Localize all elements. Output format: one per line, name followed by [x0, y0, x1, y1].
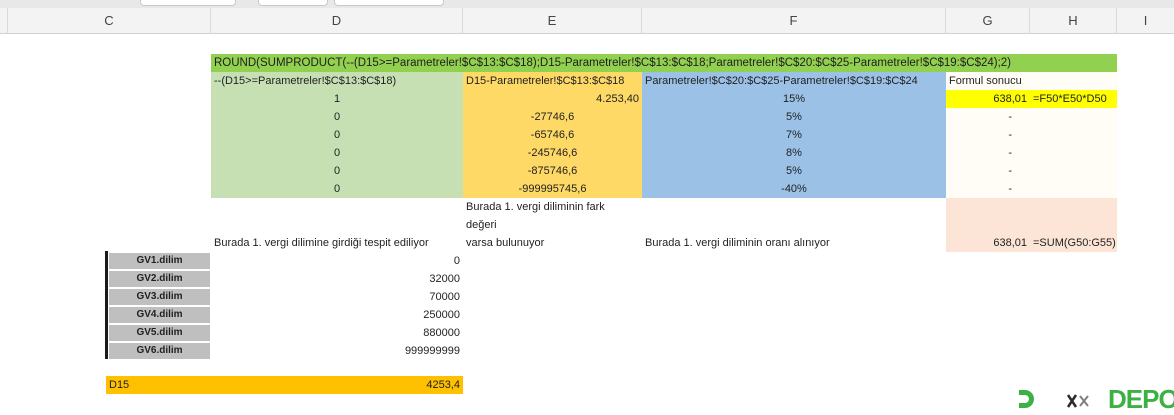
cell-d54[interactable]: 0: [211, 162, 463, 180]
cell-f52[interactable]: 7%: [642, 126, 946, 144]
note-e-line3[interactable]: varsa bulunuyor: [463, 234, 642, 252]
cell-h50-formula[interactable]: =F50*E50*D50: [1030, 90, 1117, 108]
header-d[interactable]: --(D15>=Parametreler!$C$13:$C$18): [211, 72, 463, 90]
bracket-value[interactable]: 70000: [211, 288, 463, 306]
bracket-label[interactable]: GV4.dilim: [108, 306, 211, 324]
note-f[interactable]: Burada 1. vergi diliminin oranı alınıyor: [642, 234, 946, 252]
excel-icon: [1066, 393, 1106, 409]
bracket-value[interactable]: 32000: [211, 270, 463, 288]
cell-g52[interactable]: -: [946, 126, 1030, 144]
note-d[interactable]: Burada 1. vergi dilimine girdiği tespit …: [211, 234, 463, 252]
cell-f51[interactable]: 5%: [642, 108, 946, 126]
column-header-g[interactable]: G: [946, 8, 1030, 34]
column-header-e[interactable]: E: [463, 8, 642, 34]
header-e[interactable]: D15-Parametreler!$C$13:$C$18: [463, 72, 642, 90]
cell-d50[interactable]: 1: [211, 90, 463, 108]
cell-e50[interactable]: 4.253,40: [463, 90, 642, 108]
logo-mark: [1016, 388, 1036, 410]
sheet-tab[interactable]: [140, 0, 236, 6]
header-f[interactable]: Parametreler!$C$20:$C$25-Parametreler!$C…: [642, 72, 946, 90]
cell-g54[interactable]: -: [946, 162, 1030, 180]
cell-e54[interactable]: -875746,6: [463, 162, 642, 180]
column-header-i[interactable]: I: [1117, 8, 1174, 34]
cell-f54[interactable]: 5%: [642, 162, 946, 180]
column-header-c[interactable]: C: [8, 8, 211, 34]
total-block: [946, 198, 1117, 234]
cell-total-formula[interactable]: =SUM(G50:G55): [1030, 234, 1117, 252]
column-header-d[interactable]: D: [211, 8, 463, 34]
cell-e52[interactable]: -65746,6: [463, 126, 642, 144]
cell-g55[interactable]: -: [946, 180, 1030, 198]
bracket-label[interactable]: GV1.dilim: [108, 252, 211, 270]
cell-d53[interactable]: 0: [211, 144, 463, 162]
cell-d52[interactable]: 0: [211, 126, 463, 144]
bracket-label[interactable]: GV2.dilim: [108, 270, 211, 288]
formula-banner[interactable]: ROUND(SUMPRODUCT(--(D15>=Parametreler!$C…: [211, 54, 1117, 72]
bracket-label[interactable]: GV6.dilim: [108, 342, 211, 360]
note-e-line1[interactable]: Burada 1. vergi diliminin fark: [463, 198, 642, 216]
cell-g51[interactable]: -: [946, 108, 1030, 126]
sheet-tab[interactable]: [258, 0, 328, 6]
bracket-label[interactable]: GV3.dilim: [108, 288, 211, 306]
cell-d55[interactable]: 0: [211, 180, 463, 198]
cell-e53[interactable]: -245746,6: [463, 144, 642, 162]
d15-value[interactable]: 4253,4: [211, 376, 463, 394]
logo-text: DEPO: [1108, 384, 1174, 414]
cell-total-value[interactable]: 638,01: [946, 234, 1030, 252]
bracket-value[interactable]: 250000: [211, 306, 463, 324]
cell-g50-result[interactable]: 638,01: [946, 90, 1030, 108]
row-header-gutter: [0, 8, 8, 34]
cell-g53[interactable]: -: [946, 144, 1030, 162]
note-e-line2[interactable]: değeri: [463, 216, 642, 234]
cell-e51[interactable]: -27746,6: [463, 108, 642, 126]
cell-d51[interactable]: 0: [211, 108, 463, 126]
column-header-h[interactable]: H: [1030, 8, 1117, 34]
header-g[interactable]: Formul sonucu: [946, 72, 1030, 90]
cell-e55[interactable]: -999995745,6: [463, 180, 642, 198]
cell-f55[interactable]: -40%: [642, 180, 946, 198]
bracket-label[interactable]: GV5.dilim: [108, 324, 211, 342]
bracket-value[interactable]: 880000: [211, 324, 463, 342]
cell-f50[interactable]: 15%: [642, 90, 946, 108]
bracket-value[interactable]: 999999999: [211, 342, 463, 360]
sheet-tab[interactable]: [334, 0, 444, 6]
column-header-f[interactable]: F: [642, 8, 946, 34]
bracket-value[interactable]: 0: [211, 252, 463, 270]
d15-label[interactable]: D15: [106, 376, 211, 394]
cell-f53[interactable]: 8%: [642, 144, 946, 162]
